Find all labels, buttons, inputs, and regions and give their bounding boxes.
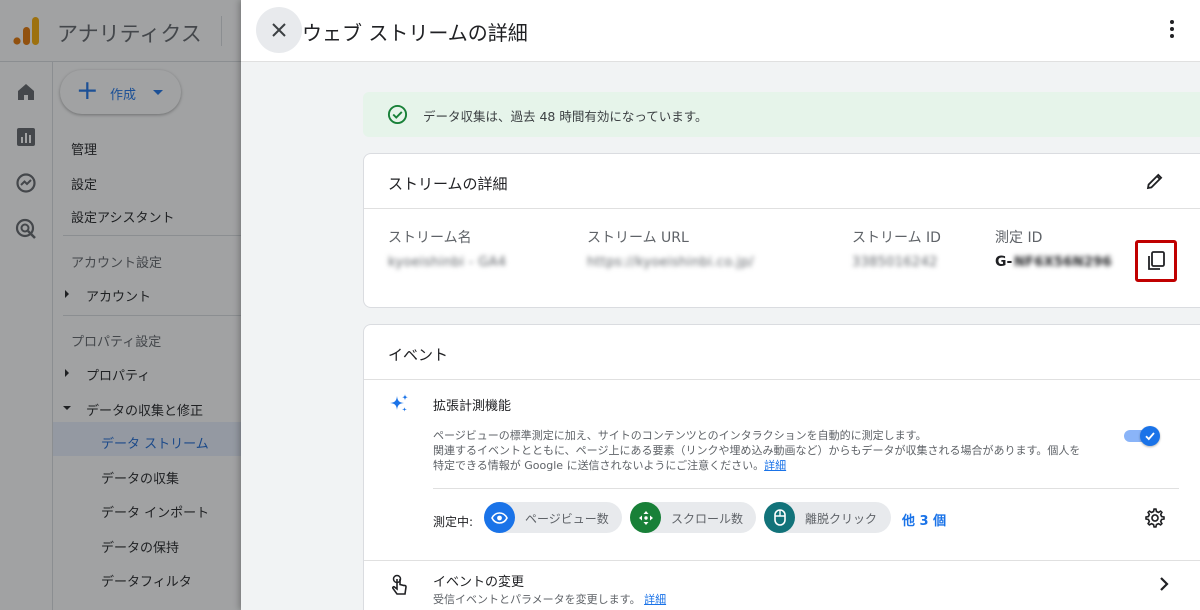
check-circle-icon — [387, 104, 408, 125]
check-icon — [1145, 432, 1155, 441]
notice-text: データ収集は、過去 48 時間有効になっています。 — [423, 109, 708, 124]
chip-label: 離脱クリック — [805, 512, 878, 526]
more-vert-icon[interactable] — [1165, 19, 1179, 41]
modify-events-title: イベントの変更 — [433, 575, 525, 590]
scroll-icon — [630, 502, 661, 533]
panel-title: ウェブ ストリームの詳細 — [302, 21, 528, 45]
events-card: イベント 拡張計測機能 ページビューの標準測定に加え、サイトのコンテンツとのイン… — [363, 324, 1200, 610]
events-title: イベント — [388, 346, 449, 364]
enhanced-measurement-title: 拡張計測機能 — [433, 399, 512, 414]
card-divider — [364, 208, 1200, 209]
stream-url-label: ストリーム URL — [587, 230, 689, 246]
chip-label: ページビュー数 — [525, 512, 609, 526]
stream-details-card: ストリームの詳細 ストリーム名 kyoeishinbi - GA4 ストリーム … — [363, 153, 1200, 308]
toggle-knob — [1140, 426, 1160, 446]
close-icon — [272, 23, 286, 37]
description-line: ページビューの標準測定に加え、サイトのコンテンツとのインタラクションを自動的に測… — [433, 429, 927, 442]
edit-pencil-icon[interactable] — [1145, 171, 1165, 191]
description-text: 特定できる情報が Google に送信されないようにご注意ください。 — [433, 459, 765, 472]
stream-details-title: ストリームの詳細 — [388, 175, 508, 193]
more-events-link[interactable]: 他 3 個 — [902, 510, 946, 529]
measuring-label: 測定中: — [433, 515, 474, 529]
copy-icon — [1148, 251, 1165, 270]
panel-header: ウェブ ストリームの詳細 — [241, 0, 1200, 62]
stream-id-value: 3385016242 — [852, 255, 938, 270]
card-divider — [364, 379, 1200, 380]
chip-outbound-clicks[interactable]: 離脱クリック — [764, 502, 891, 533]
description-line: 特定できる情報が Google に送信されないようにご注意ください。詳細 — [433, 458, 1133, 473]
chip-scrolls[interactable]: スクロール数 — [630, 502, 756, 533]
chip-label: スクロール数 — [671, 512, 744, 526]
enhanced-measurement-description: ページビューの標準測定に加え、サイトのコンテンツとのインタラクションを自動的に測… — [433, 428, 1133, 473]
stream-url-value: https://kyoeishinbi.co.jp/ — [587, 255, 754, 270]
stream-name-value: kyoeishinbi - GA4 — [388, 255, 507, 270]
mouse-icon — [764, 502, 795, 533]
sparkle-icon — [390, 394, 408, 412]
chevron-right-icon[interactable] — [1157, 576, 1171, 592]
copy-measurement-id-button[interactable] — [1135, 240, 1177, 282]
touch-icon — [392, 574, 407, 595]
web-stream-details-panel: ウェブ ストリームの詳細 データ収集は、過去 48 時間有効になっています。 ス… — [241, 0, 1200, 610]
stream-name-label: ストリーム名 — [388, 230, 472, 246]
eye-icon — [484, 502, 515, 533]
stream-id-label: ストリーム ID — [852, 230, 941, 246]
measurement-id-prefix: G- — [995, 254, 1013, 270]
enhanced-measurement-toggle[interactable] — [1124, 426, 1160, 446]
inner-divider — [433, 488, 1179, 489]
modify-learn-more-link[interactable]: 詳細 — [644, 593, 666, 606]
gear-icon[interactable] — [1144, 507, 1166, 529]
measurement-id-value: NF6X56N296 — [1014, 255, 1112, 270]
modify-events-description: 受信イベントとパラメータを変更します。 詳細 — [433, 591, 666, 607]
chip-page-views[interactable]: ページビュー数 — [484, 502, 622, 533]
description-line: 関連するイベントとともに、ページ上にある要素（リンクや埋め込み動画など）からもデ… — [433, 444, 1081, 457]
measurement-id-label: 測定 ID — [995, 230, 1043, 246]
data-collection-notice: データ収集は、過去 48 時間有効になっています。 — [363, 92, 1200, 137]
card-divider — [364, 560, 1200, 561]
close-button[interactable] — [256, 7, 302, 53]
modify-events-text: 受信イベントとパラメータを変更します。 — [433, 593, 641, 606]
learn-more-link[interactable]: 詳細 — [764, 459, 786, 472]
